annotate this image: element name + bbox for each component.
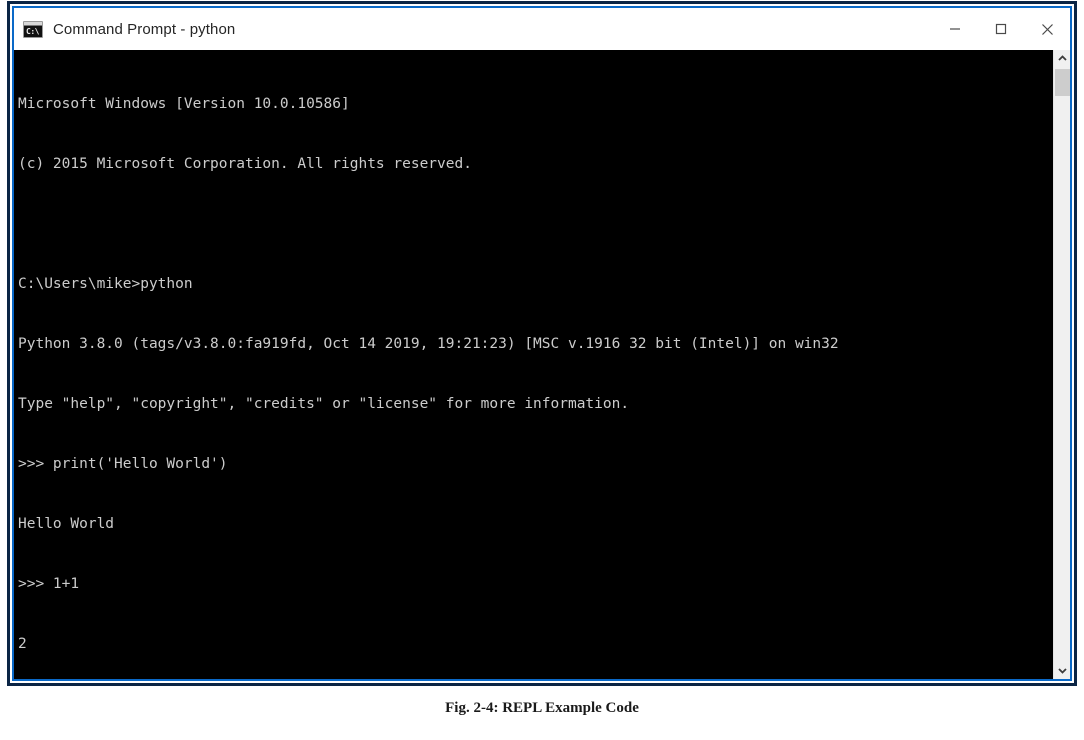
chevron-down-icon	[1058, 668, 1067, 674]
console-line: Hello World	[18, 516, 115, 532]
console-line: 2	[18, 636, 27, 652]
close-button[interactable]	[1024, 8, 1070, 50]
chevron-up-icon	[1058, 55, 1067, 61]
window-controls	[932, 8, 1070, 50]
close-icon	[1041, 23, 1053, 35]
console-line: >>> print('Hello World')	[18, 456, 228, 472]
scrollbar-thumb[interactable]	[1055, 69, 1070, 96]
window-title: Command Prompt - python	[53, 20, 236, 38]
console-line: Python 3.8.0 (tags/v3.8.0:fa919fd, Oct 1…	[18, 336, 839, 352]
console-line: (c) 2015 Microsoft Corporation. All righ…	[18, 156, 472, 172]
window-inner-frame: C:\ Command Prompt - python Microsoft Wi…	[12, 6, 1072, 681]
console-line: C:\Users\mike>python	[18, 276, 193, 292]
console-scrollbar[interactable]	[1053, 50, 1070, 679]
command-prompt-window[interactable]: C:\ Command Prompt - python Microsoft Wi…	[8, 2, 1076, 685]
figure-caption: Fig. 2-4: REPL Example Code	[445, 700, 639, 716]
console-output[interactable]: Microsoft Windows [Version 10.0.10586] (…	[14, 50, 1053, 679]
maximize-button[interactable]	[978, 8, 1024, 50]
scrollbar-down-button[interactable]	[1054, 662, 1070, 679]
console-area[interactable]: Microsoft Windows [Version 10.0.10586] (…	[14, 50, 1070, 679]
minimize-button[interactable]	[932, 8, 978, 50]
console-icon: C:\	[23, 20, 43, 38]
maximize-icon	[995, 23, 1007, 35]
console-icon-glyph: C:\	[26, 26, 39, 36]
console-line: Microsoft Windows [Version 10.0.10586]	[18, 96, 350, 112]
console-line: Type "help", "copyright", "credits" or "…	[18, 396, 630, 412]
title-bar[interactable]: C:\ Command Prompt - python	[14, 8, 1070, 50]
minimize-icon	[950, 28, 960, 30]
console-line: >>> 1+1	[18, 576, 80, 592]
scrollbar-up-button[interactable]	[1054, 50, 1070, 67]
